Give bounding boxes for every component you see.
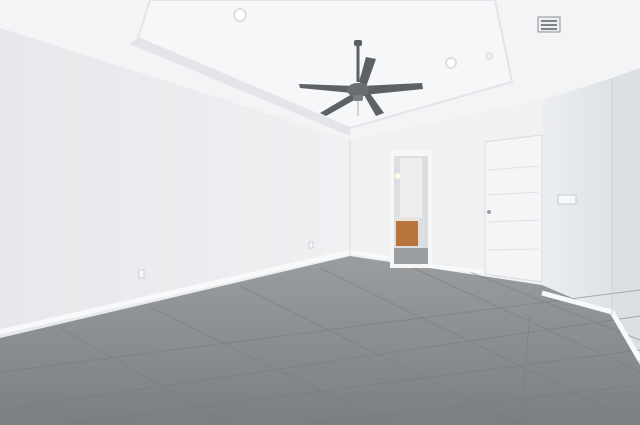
fan-motor (347, 83, 369, 97)
fan-light-kit (353, 95, 363, 101)
right-pillar-wall (542, 78, 612, 315)
fan-downrod (356, 46, 360, 82)
room-illustration (0, 0, 640, 425)
bathroom-wall (400, 158, 422, 218)
room-photo (0, 0, 640, 425)
bathroom-floor (394, 248, 428, 264)
recessed-light (233, 8, 247, 22)
outlet-back (308, 241, 314, 249)
bathroom-light (395, 173, 401, 179)
door-handle (487, 210, 491, 214)
smoke-detector (485, 52, 493, 60)
outlet-left (138, 269, 145, 279)
fan-canopy (354, 40, 362, 46)
recessed-light (445, 57, 457, 69)
bathroom-vanity (396, 220, 418, 246)
bedroom-door (484, 134, 543, 283)
light-switch (557, 194, 577, 205)
vanity-countertop (395, 217, 419, 221)
